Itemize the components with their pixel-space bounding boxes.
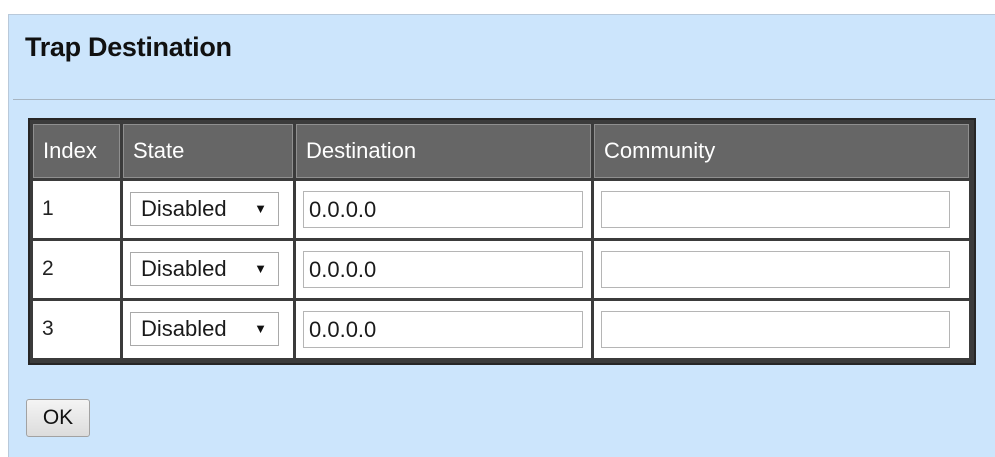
state-select-value: Disabled bbox=[141, 316, 227, 341]
table-row-destination-cell: 0.0.0.0 bbox=[296, 181, 591, 238]
column-header-index: Index bbox=[33, 124, 120, 178]
state-select[interactable]: Disabled ▼ bbox=[130, 312, 279, 346]
destination-input[interactable]: 0.0.0.0 bbox=[303, 251, 583, 288]
table-row-state-cell: Disabled ▼ bbox=[123, 181, 293, 238]
destination-input[interactable]: 0.0.0.0 bbox=[303, 311, 583, 348]
table-row-destination-cell: 0.0.0.0 bbox=[296, 241, 591, 298]
title-divider bbox=[13, 99, 995, 100]
trap-destination-table: Index State Destination Community 1 Disa… bbox=[28, 118, 976, 365]
state-select[interactable]: Disabled ▼ bbox=[130, 252, 279, 286]
column-header-community: Community bbox=[594, 124, 969, 178]
chevron-down-icon: ▼ bbox=[254, 321, 267, 336]
trap-destination-panel: Trap Destination Index State Destination… bbox=[8, 14, 995, 457]
table-row-index: 2 bbox=[33, 241, 120, 298]
table-row-index: 3 bbox=[33, 301, 120, 358]
state-select-value: Disabled bbox=[141, 196, 227, 221]
state-select-value: Disabled bbox=[141, 256, 227, 281]
table-row-index: 1 bbox=[33, 181, 120, 238]
table-row-community-cell bbox=[594, 241, 969, 298]
page-title: Trap Destination bbox=[25, 32, 232, 62]
column-header-destination: Destination bbox=[296, 124, 591, 178]
table-row-state-cell: Disabled ▼ bbox=[123, 241, 293, 298]
column-header-state: State bbox=[123, 124, 293, 178]
table-row-community-cell bbox=[594, 181, 969, 238]
state-select[interactable]: Disabled ▼ bbox=[130, 192, 279, 226]
chevron-down-icon: ▼ bbox=[254, 261, 267, 276]
table-row-state-cell: Disabled ▼ bbox=[123, 301, 293, 358]
destination-input[interactable]: 0.0.0.0 bbox=[303, 191, 583, 228]
chevron-down-icon: ▼ bbox=[254, 201, 267, 216]
table-row-community-cell bbox=[594, 301, 969, 358]
table-row-destination-cell: 0.0.0.0 bbox=[296, 301, 591, 358]
community-input[interactable] bbox=[601, 311, 950, 348]
ok-button[interactable]: OK bbox=[26, 399, 90, 437]
community-input[interactable] bbox=[601, 191, 950, 228]
community-input[interactable] bbox=[601, 251, 950, 288]
